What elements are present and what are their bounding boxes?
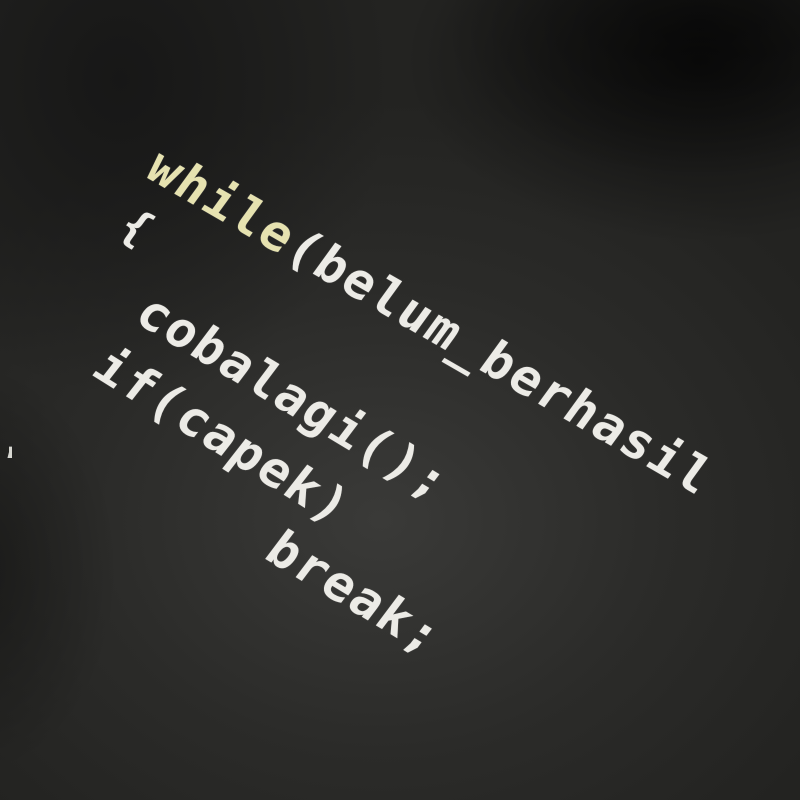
keyword-while: while xyxy=(135,138,310,266)
code-line-open-brace: { xyxy=(109,200,165,256)
code-line-break: break; xyxy=(254,520,456,666)
code-print: while(belum_berhasil { cobalagi(); if(ca… xyxy=(0,0,800,800)
cropped-glyph: , xyxy=(0,418,12,458)
tshirt-photo: while(belum_berhasil { cobalagi(); if(ca… xyxy=(0,0,800,800)
while-condition: (belum_berhasil xyxy=(274,218,727,507)
